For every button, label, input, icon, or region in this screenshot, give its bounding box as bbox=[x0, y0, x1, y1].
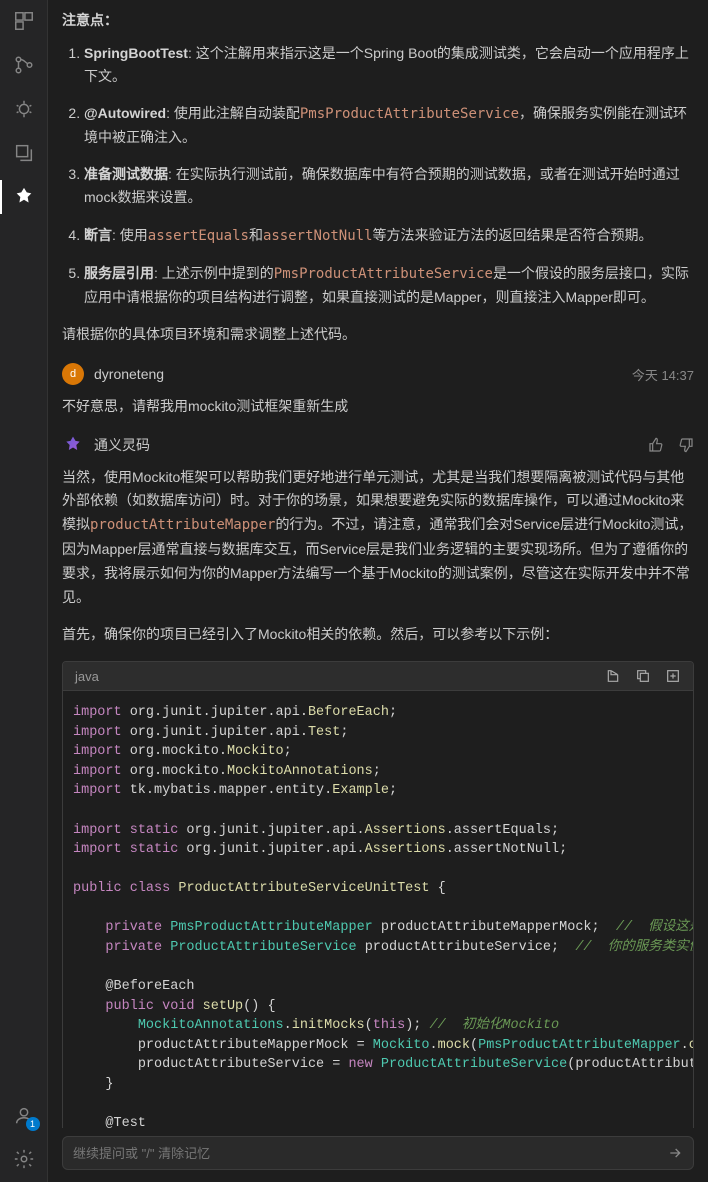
chat-panel: 注意点： SpringBootTest: 这个注解用来指示这是一个Spring … bbox=[48, 0, 708, 1182]
notes-title: 注意点： bbox=[62, 10, 694, 30]
user-name: dyroneteng bbox=[94, 366, 164, 382]
notes-list: SpringBootTest: 这个注解用来指示这是一个Spring Boot的… bbox=[62, 42, 694, 309]
code-header: java bbox=[63, 662, 693, 691]
code-content[interactable]: import org.junit.jupiter.api.BeforeEach;… bbox=[63, 691, 693, 1128]
list-item: 准备测试数据: 在实际执行测试前，确保数据库中有符合预期的测试数据，或者在测试开… bbox=[84, 163, 694, 209]
user-msg-text: 不好意思，请帮我用mockito测试框架重新生成 bbox=[62, 395, 694, 417]
bot-notes: 注意点： SpringBootTest: 这个注解用来指示这是一个Spring … bbox=[62, 10, 694, 345]
list-item: @Autowired: 使用此注解自动装配PmsProductAttribute… bbox=[84, 102, 694, 149]
source-control-icon[interactable] bbox=[11, 52, 37, 78]
activity-bar: 1 bbox=[0, 0, 48, 1182]
list-item: 服务层引用: 上述示例中提到的PmsProductAttributeServic… bbox=[84, 262, 694, 309]
user-timestamp: 今天 14:37 bbox=[632, 365, 694, 384]
code-block: java import org.junit.jupiter.api.Before… bbox=[62, 661, 694, 1128]
send-icon[interactable] bbox=[659, 1145, 683, 1161]
snippet-icon[interactable] bbox=[11, 140, 37, 166]
settings-icon[interactable] bbox=[11, 1146, 37, 1172]
bot-avatar bbox=[62, 434, 84, 456]
new-file-icon[interactable] bbox=[665, 668, 681, 684]
chat-input-bar bbox=[48, 1128, 708, 1182]
notes-summary: 请根据你的具体项目环境和需求调整上述代码。 bbox=[62, 323, 694, 345]
extensions-icon[interactable] bbox=[11, 8, 37, 34]
user-msg-header: d dyroneteng 今天 14:37 bbox=[62, 363, 694, 385]
chat-input-box[interactable] bbox=[62, 1136, 694, 1170]
code-lang-label: java bbox=[75, 669, 99, 684]
user-avatar: d bbox=[62, 363, 84, 385]
thumbs-up-icon[interactable] bbox=[648, 437, 664, 453]
bot-msg-header: 通义灵码 bbox=[62, 434, 694, 456]
account-badge: 1 bbox=[26, 1117, 40, 1131]
list-item: 断言: 使用assertEquals和assertNotNull等方法来验证方法… bbox=[84, 224, 694, 248]
feedback-buttons bbox=[648, 437, 694, 453]
thumbs-down-icon[interactable] bbox=[678, 437, 694, 453]
bot-para-1: 当然，使用Mockito框架可以帮助我们更好地进行单元测试，尤其是当我们想要隔离… bbox=[62, 466, 694, 610]
insert-code-icon[interactable] bbox=[605, 668, 621, 684]
bot-name: 通义灵码 bbox=[94, 435, 150, 455]
debug-icon[interactable] bbox=[11, 96, 37, 122]
tongyi-icon[interactable] bbox=[11, 184, 37, 210]
copy-code-icon[interactable] bbox=[635, 668, 651, 684]
list-item: SpringBootTest: 这个注解用来指示这是一个Spring Boot的… bbox=[84, 42, 694, 88]
chat-scroll[interactable]: 注意点： SpringBootTest: 这个注解用来指示这是一个Spring … bbox=[48, 0, 708, 1128]
chat-input[interactable] bbox=[73, 1146, 659, 1161]
account-icon[interactable]: 1 bbox=[11, 1102, 37, 1128]
bot-para-2: 首先，确保你的项目已经引入了Mockito相关的依赖。然后，可以参考以下示例： bbox=[62, 623, 694, 647]
